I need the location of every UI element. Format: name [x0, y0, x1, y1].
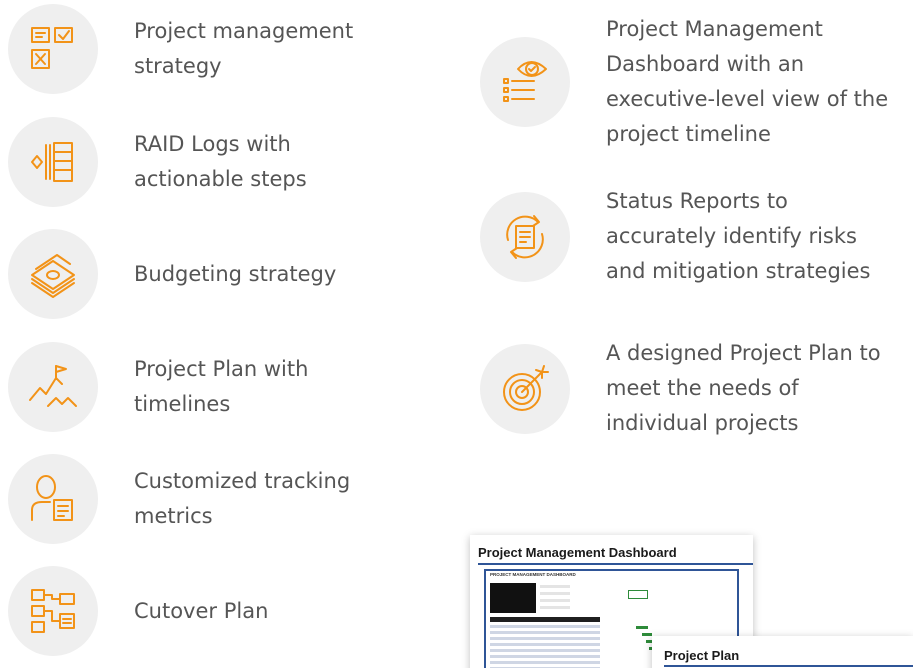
dashboard-table-row — [490, 637, 600, 640]
gantt-bar — [642, 633, 652, 636]
dashboard-info-row — [540, 606, 570, 609]
feature-label: Cutover Plan — [134, 598, 269, 623]
dashboard-table-row — [490, 655, 600, 658]
feature-label: RAID Logs with actionable steps — [134, 132, 307, 191]
dashboard-info-row — [540, 585, 570, 588]
dashboard-status-box — [628, 590, 648, 599]
mountain-flag-icon — [8, 342, 98, 432]
dashboard-table-header — [490, 617, 600, 622]
feature-tracking-metrics: Customized tracking metrics — [8, 454, 394, 544]
eye-checklist-icon — [480, 37, 570, 127]
dashboard-sheet-title: PROJECT MANAGEMENT DASHBOARD — [490, 572, 576, 577]
dashboard-table-row — [490, 661, 600, 664]
feature-designed-project-plan: A designed Project Plan to meet the need… — [480, 336, 896, 441]
feature-project-management-strategy: Project management strategy — [8, 4, 394, 94]
feature-raid-logs: RAID Logs with actionable steps — [8, 117, 394, 207]
dashboard-thumbnail-title: Project Management Dashboard — [478, 545, 677, 560]
feature-label: Project management strategy — [134, 19, 354, 78]
feature-status-reports: Status Reports to accurately identify ri… — [480, 184, 896, 289]
feature-label: Status Reports to accurately identify ri… — [606, 189, 871, 283]
dashboard-info-row — [540, 599, 570, 602]
person-note-icon — [8, 454, 98, 544]
log-stack-icon — [8, 117, 98, 207]
feature-label: Project Management Dashboard with an exe… — [606, 17, 889, 146]
dashboard-info-block — [490, 583, 536, 613]
dashboard-table-row — [490, 649, 600, 652]
target-arrow-icon — [480, 343, 570, 434]
checklist-boards-icon — [8, 4, 98, 94]
dashboard-info-row — [540, 592, 570, 595]
feature-label: A designed Project Plan to meet the need… — [606, 341, 881, 435]
feature-pm-dashboard: Project Management Dashboard with an exe… — [480, 12, 896, 152]
dashboard-table-row — [490, 643, 600, 646]
project-plan-thumbnail-title: Project Plan — [664, 648, 740, 663]
dashboard-table-row — [490, 631, 600, 634]
feature-label: Project Plan with timelines — [134, 357, 309, 416]
project-plan-title-underline — [664, 665, 913, 667]
cycle-document-icon — [480, 191, 570, 282]
gantt-bar — [636, 626, 648, 629]
money-stack-icon — [8, 229, 98, 319]
feature-budgeting: Budgeting strategy — [8, 229, 394, 319]
project-plan-thumbnail: Project Plan — [652, 636, 913, 668]
flowchart-icon — [8, 566, 98, 656]
dashboard-table-row — [490, 625, 600, 628]
feature-label: Customized tracking metrics — [134, 469, 351, 528]
feature-cutover-plan: Cutover Plan — [8, 566, 394, 656]
feature-project-plan-timelines: Project Plan with timelines — [8, 342, 394, 432]
feature-label: Budgeting strategy — [134, 261, 337, 286]
dashboard-title-underline — [478, 563, 753, 565]
